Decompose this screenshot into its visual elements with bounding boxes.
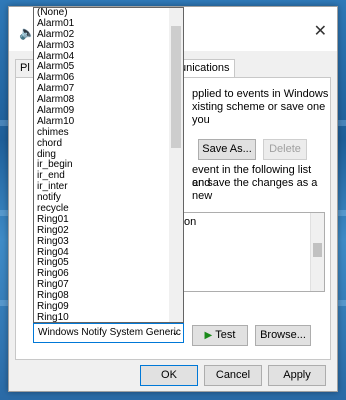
cancel-button[interactable]: Cancel xyxy=(204,365,262,386)
test-button[interactable]: ▶ Test xyxy=(192,325,248,346)
test-label: Test xyxy=(215,329,236,341)
events-scrollbar[interactable] xyxy=(310,213,324,291)
delete-button: Delete xyxy=(263,139,307,160)
dropdown-scrollbar-thumb[interactable] xyxy=(171,26,181,148)
apply-button[interactable]: Apply xyxy=(268,365,326,386)
ok-button[interactable]: OK xyxy=(140,365,198,386)
save-as-button[interactable]: Save As... xyxy=(198,139,256,160)
sound-option[interactable]: Ring10 xyxy=(34,312,170,322)
sound-options: (None) Alarm01 Alarm02 Alarm03 Alarm04 Alarm0… xyxy=(34,8,170,322)
sound-option[interactable]: Ring03 xyxy=(34,236,170,248)
sound-select-value: Windows Notify System Generic xyxy=(38,327,181,338)
chevron-down-icon: ⌄ xyxy=(171,327,179,337)
list-item[interactable]: on xyxy=(184,216,196,228)
scheme-description-line-2: xisting scheme or save one you xyxy=(192,101,326,126)
play-icon: ▶ xyxy=(204,330,213,341)
sound-select[interactable]: Windows Notify System Generic ⌄ xyxy=(33,323,184,343)
program-events-list[interactable]: on xyxy=(179,212,325,292)
scheme-description-line-1: pplied to events in Windows xyxy=(192,88,329,100)
browse-button[interactable]: Browse... xyxy=(255,325,311,346)
sound-option[interactable]: chord xyxy=(34,138,170,150)
events-scrollbar-thumb[interactable] xyxy=(313,243,322,257)
sound-option[interactable]: Alarm03 xyxy=(34,40,170,52)
tab-communications[interactable]: unications xyxy=(175,59,235,77)
sounds-dropdown-list[interactable]: (None) Alarm01 Alarm02 Alarm03 Alarm04 Alarm0… xyxy=(33,7,184,323)
events-description-line-2: en save the changes as a new xyxy=(192,177,318,202)
dropdown-scrollbar[interactable] xyxy=(169,8,183,322)
close-icon[interactable]: ✕ xyxy=(314,21,327,41)
tab-playback[interactable]: Pl xyxy=(15,59,35,77)
